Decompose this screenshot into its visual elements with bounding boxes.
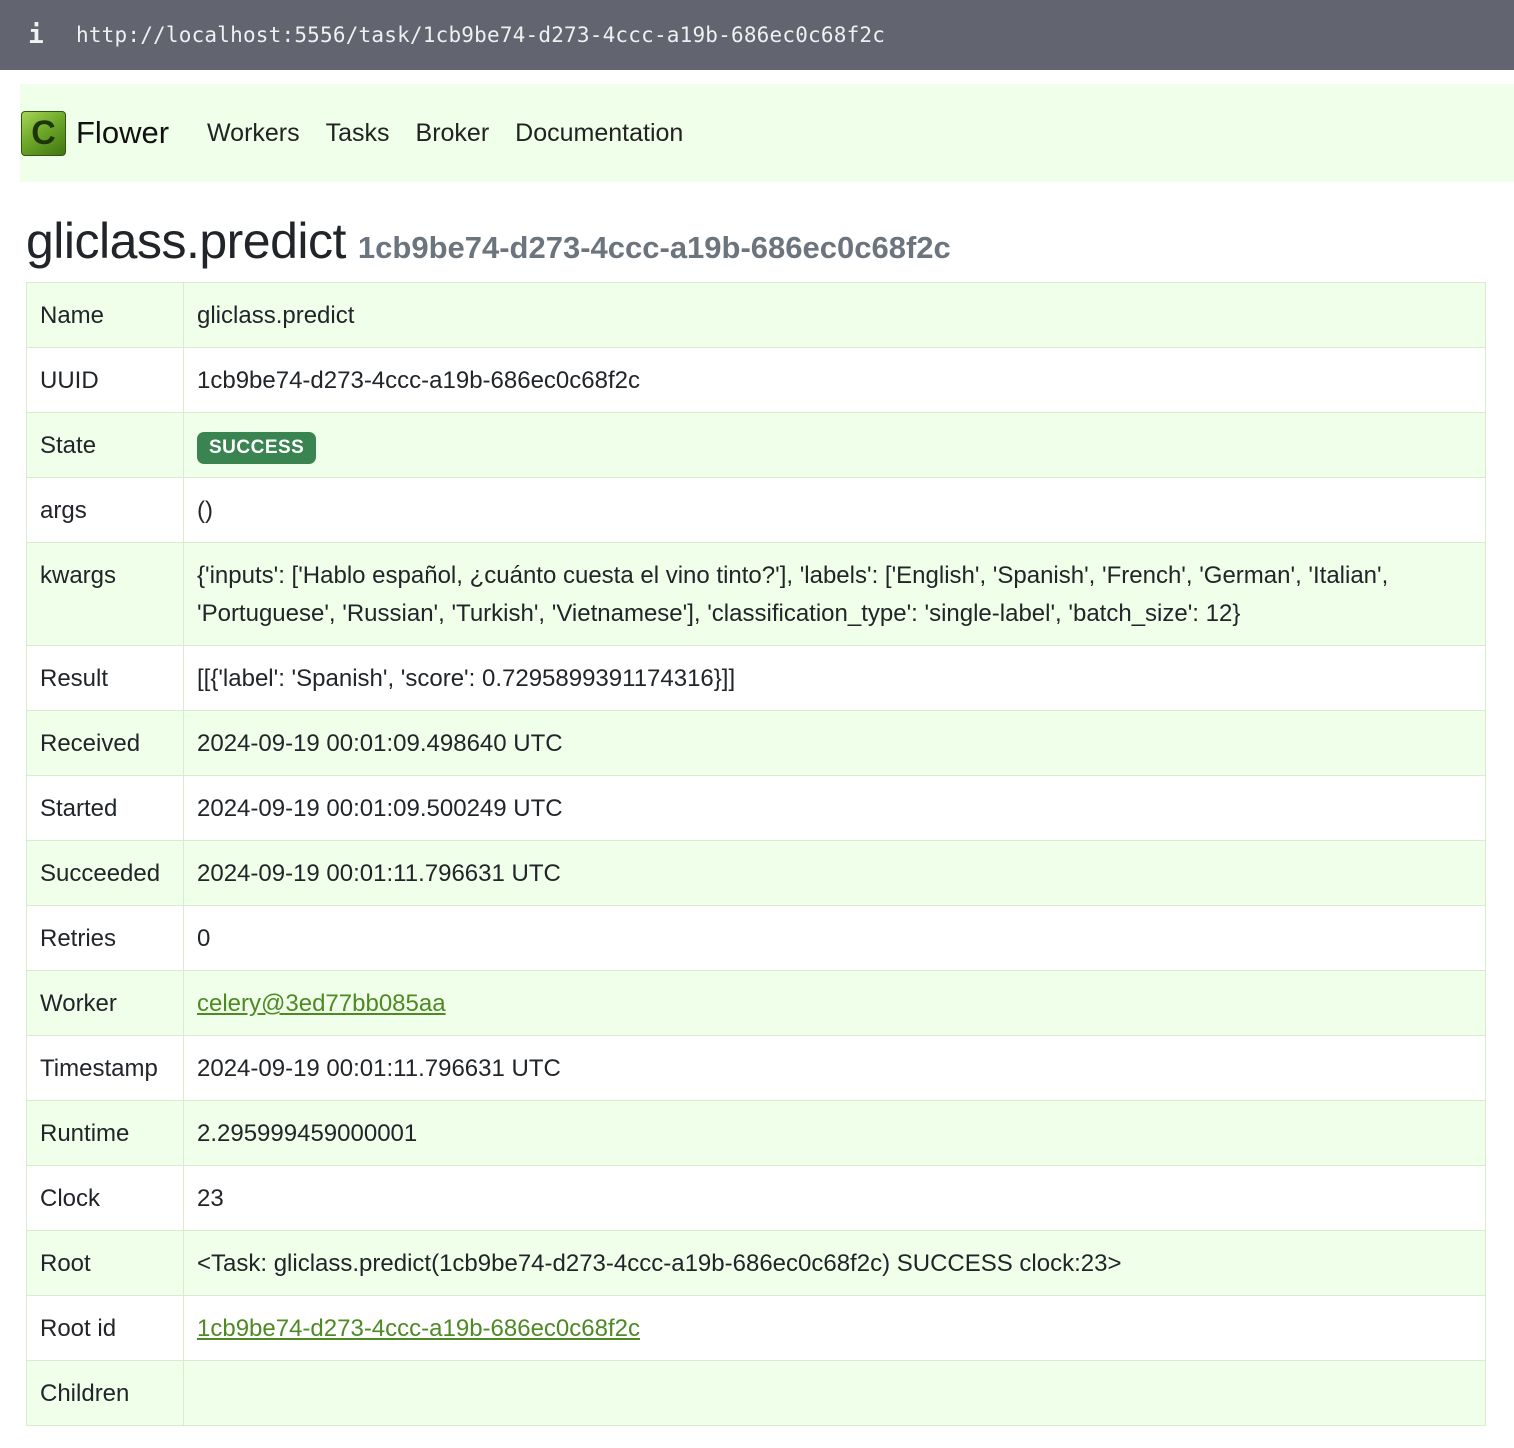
nav-links: Workers Tasks Broker Documentation bbox=[207, 119, 709, 148]
row-value-args: () bbox=[183, 477, 1486, 543]
row-args: args () bbox=[26, 477, 1486, 543]
row-uuid: UUID 1cb9be74-d273-4ccc-a19b-686ec0c68f2… bbox=[26, 347, 1486, 413]
row-runtime: Runtime 2.295999459000001 bbox=[26, 1100, 1486, 1166]
task-details-table: Name gliclass.predict UUID 1cb9be74-d273… bbox=[26, 282, 1486, 1426]
row-timestamp: Timestamp 2024-09-19 00:01:11.796631 UTC bbox=[26, 1035, 1486, 1101]
row-value-started: 2024-09-19 00:01:09.500249 UTC bbox=[183, 775, 1486, 841]
brand-link[interactable]: C Flower bbox=[20, 110, 170, 156]
row-children: Children bbox=[26, 1360, 1486, 1426]
row-value-uuid: 1cb9be74-d273-4ccc-a19b-686ec0c68f2c bbox=[183, 347, 1486, 413]
flower-logo-icon: C bbox=[21, 110, 66, 156]
row-kwargs: kwargs {'inputs': ['Hablo español, ¿cuán… bbox=[26, 542, 1486, 646]
row-value-kwargs: {'inputs': ['Hablo español, ¿cuánto cues… bbox=[183, 542, 1486, 646]
row-value-runtime: 2.295999459000001 bbox=[183, 1100, 1486, 1166]
worker-link[interactable]: celery@3ed77bb085aa bbox=[197, 990, 446, 1017]
row-label: kwargs bbox=[26, 542, 184, 646]
row-label: Started bbox=[26, 775, 184, 841]
row-value-name: gliclass.predict bbox=[183, 282, 1486, 348]
row-label: Worker bbox=[26, 970, 184, 1036]
row-root-id: Root id 1cb9be74-d273-4ccc-a19b-686ec0c6… bbox=[26, 1295, 1486, 1361]
row-value-result: [[{'label': 'Spanish', 'score': 0.729589… bbox=[183, 645, 1486, 711]
nav-link-broker[interactable]: Broker bbox=[416, 119, 490, 148]
row-succeeded: Succeeded 2024-09-19 00:01:11.796631 UTC bbox=[26, 840, 1486, 906]
row-result: Result [[{'label': 'Spanish', 'score': 0… bbox=[26, 645, 1486, 711]
nav-link-workers[interactable]: Workers bbox=[207, 119, 300, 148]
row-value-clock: 23 bbox=[183, 1165, 1486, 1231]
row-value-timestamp: 2024-09-19 00:01:11.796631 UTC bbox=[183, 1035, 1486, 1101]
row-value-children bbox=[183, 1360, 1486, 1426]
row-label: Timestamp bbox=[26, 1035, 184, 1101]
row-clock: Clock 23 bbox=[26, 1165, 1486, 1231]
row-received: Received 2024-09-19 00:01:09.498640 UTC bbox=[26, 710, 1486, 776]
browser-url-bar: i http://localhost:5556/task/1cb9be74-d2… bbox=[0, 0, 1514, 70]
nav-link-documentation[interactable]: Documentation bbox=[515, 119, 683, 148]
row-label: Result bbox=[26, 645, 184, 711]
status-badge: SUCCESS bbox=[197, 432, 317, 464]
navbar: C Flower Workers Tasks Broker Documentat… bbox=[20, 84, 1514, 182]
row-label: Root bbox=[26, 1230, 184, 1296]
row-value-state: SUCCESS bbox=[183, 412, 1486, 478]
row-label: Retries bbox=[26, 905, 184, 971]
page-title-task-uuid: 1cb9be74-d273-4ccc-a19b-686ec0c68f2c bbox=[357, 230, 951, 265]
row-retries: Retries 0 bbox=[26, 905, 1486, 971]
info-icon[interactable]: i bbox=[0, 20, 76, 50]
page-title: gliclass.predict 1cb9be74-d273-4ccc-a19b… bbox=[26, 212, 951, 270]
row-label: Clock bbox=[26, 1165, 184, 1231]
row-state: State SUCCESS bbox=[26, 412, 1486, 478]
row-label: State bbox=[26, 412, 184, 478]
root-id-link[interactable]: 1cb9be74-d273-4ccc-a19b-686ec0c68f2c bbox=[197, 1315, 640, 1342]
nav-link-tasks[interactable]: Tasks bbox=[326, 119, 390, 148]
row-value-retries: 0 bbox=[183, 905, 1486, 971]
row-started: Started 2024-09-19 00:01:09.500249 UTC bbox=[26, 775, 1486, 841]
row-label: Succeeded bbox=[26, 840, 184, 906]
row-root: Root <Task: gliclass.predict(1cb9be74-d2… bbox=[26, 1230, 1486, 1296]
row-name: Name gliclass.predict bbox=[26, 282, 1486, 348]
row-label: Name bbox=[26, 282, 184, 348]
url-text[interactable]: http://localhost:5556/task/1cb9be74-d273… bbox=[76, 23, 885, 47]
page-title-task-name: gliclass.predict bbox=[26, 213, 346, 269]
row-value-received: 2024-09-19 00:01:09.498640 UTC bbox=[183, 710, 1486, 776]
row-value-worker: celery@3ed77bb085aa bbox=[183, 970, 1486, 1036]
row-label: Root id bbox=[26, 1295, 184, 1361]
row-label: Children bbox=[26, 1360, 184, 1426]
brand-name: Flower bbox=[76, 115, 170, 150]
row-worker: Worker celery@3ed77bb085aa bbox=[26, 970, 1486, 1036]
row-value-succeeded: 2024-09-19 00:01:11.796631 UTC bbox=[183, 840, 1486, 906]
row-value-root: <Task: gliclass.predict(1cb9be74-d273-4c… bbox=[183, 1230, 1486, 1296]
row-label: args bbox=[26, 477, 184, 543]
row-label: Received bbox=[26, 710, 184, 776]
row-label: Runtime bbox=[26, 1100, 184, 1166]
row-value-root-id: 1cb9be74-d273-4ccc-a19b-686ec0c68f2c bbox=[183, 1295, 1486, 1361]
row-label: UUID bbox=[26, 347, 184, 413]
